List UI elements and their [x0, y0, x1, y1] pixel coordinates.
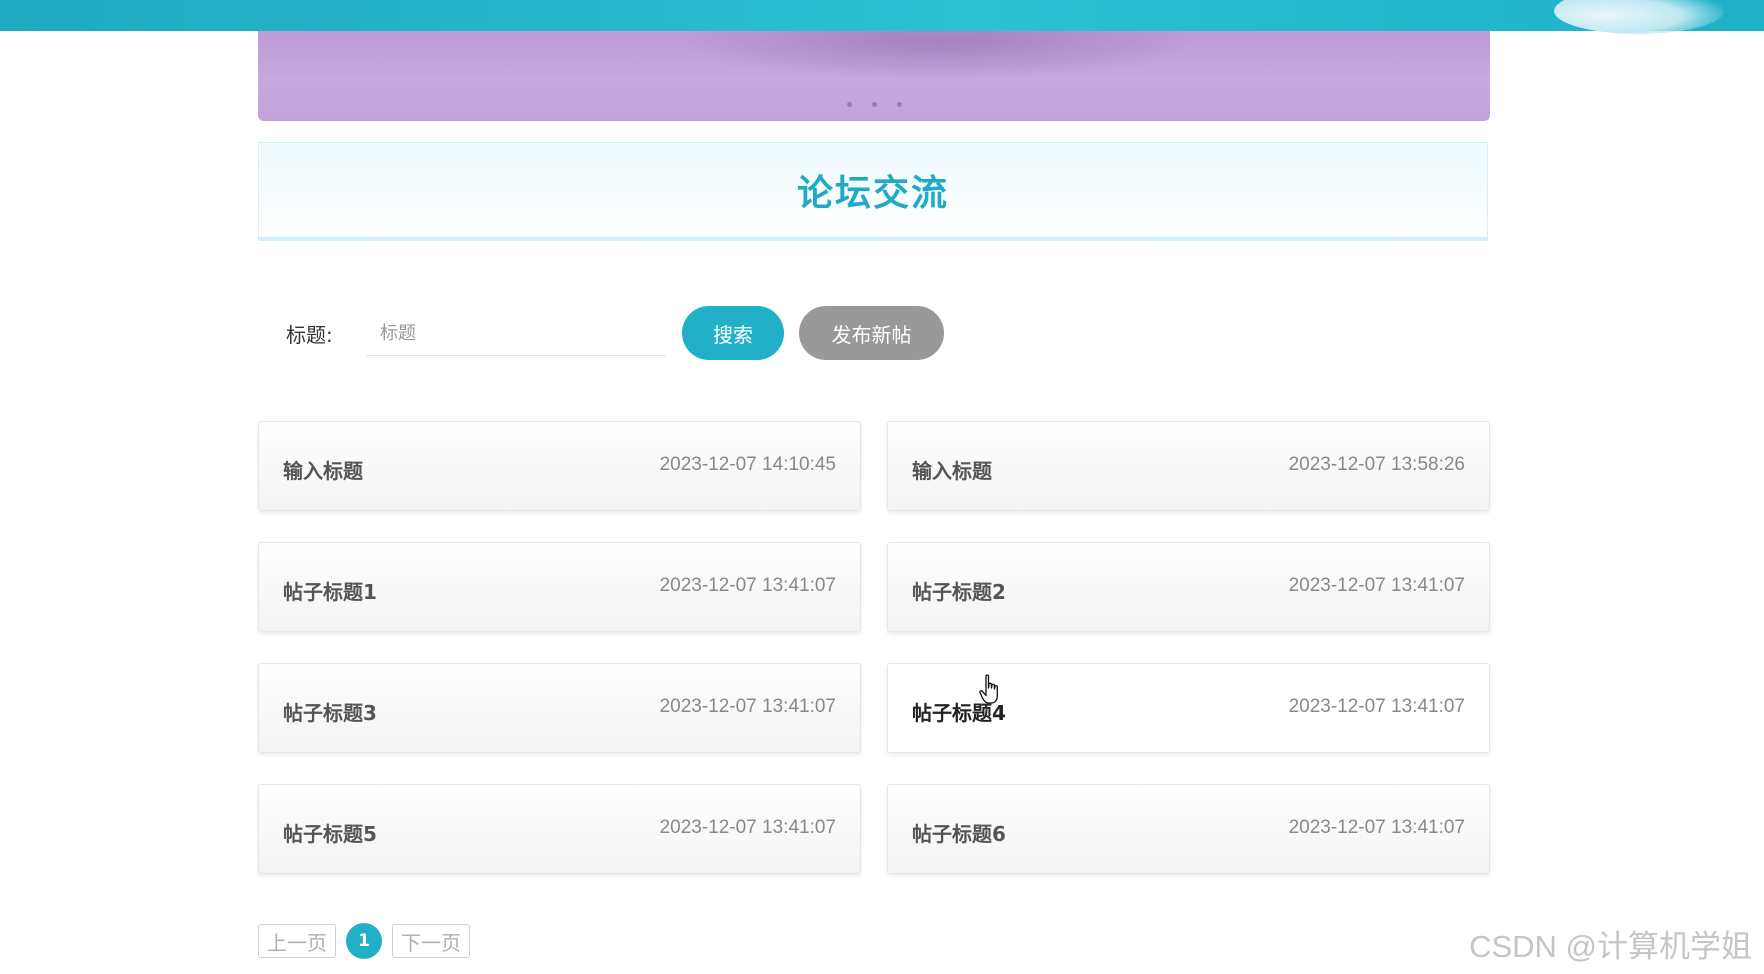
post-time: 2023-12-07 14:10:45 — [659, 454, 836, 475]
watermark: CSDN @计算机学姐 — [1469, 929, 1752, 964]
post-title: 帖子标题6 — [912, 822, 1006, 846]
new-post-button[interactable]: 发布新帖 — [799, 306, 944, 360]
post-title: 帖子标题2 — [912, 580, 1006, 604]
post-time: 2023-12-07 13:41:07 — [1288, 696, 1465, 717]
post-card[interactable]: 输入标题 2023-12-07 14:10:45 — [258, 421, 861, 511]
search-bar: 标题: 搜索 发布新帖 — [258, 305, 1490, 361]
post-time: 2023-12-07 13:41:07 — [659, 696, 836, 717]
post-list: 输入标题 2023-12-07 14:10:45 输入标题 2023-12-07… — [258, 421, 1490, 874]
search-input[interactable] — [366, 312, 666, 356]
post-time: 2023-12-07 13:41:07 — [659, 817, 836, 838]
carousel-dot[interactable] — [871, 102, 877, 107]
post-card[interactable]: 输入标题 2023-12-07 13:58:26 — [887, 421, 1490, 511]
post-card[interactable]: 帖子标题1 2023-12-07 13:41:07 — [258, 542, 861, 632]
carousel-banner[interactable] — [258, 31, 1490, 121]
post-title: 帖子标题3 — [283, 701, 377, 725]
post-title: 输入标题 — [912, 459, 992, 483]
post-title: 帖子标题4 — [912, 701, 1006, 725]
carousel-indicators — [258, 102, 1490, 107]
post-title: 输入标题 — [283, 459, 363, 483]
prev-page-button[interactable]: 上一页 — [258, 924, 336, 958]
post-card[interactable]: 帖子标题6 2023-12-07 13:41:07 — [887, 784, 1490, 874]
post-card[interactable]: 帖子标题4 2023-12-07 13:41:07 — [887, 663, 1490, 753]
post-card[interactable]: 帖子标题5 2023-12-07 13:41:07 — [258, 784, 861, 874]
section-title-box: 论坛交流 — [258, 142, 1488, 241]
post-title: 帖子标题1 — [283, 580, 377, 604]
search-label: 标题: — [286, 323, 333, 347]
next-page-button[interactable]: 下一页 — [392, 924, 470, 958]
top-header-bar — [0, 0, 1764, 34]
search-button[interactable]: 搜索 — [682, 306, 784, 360]
post-time: 2023-12-07 13:41:07 — [1288, 817, 1465, 838]
page-title: 论坛交流 — [796, 173, 949, 214]
post-card[interactable]: 帖子标题2 2023-12-07 13:41:07 — [887, 542, 1490, 632]
carousel-dot[interactable] — [846, 102, 852, 107]
post-time: 2023-12-07 13:41:07 — [659, 575, 836, 596]
post-time: 2023-12-07 13:58:26 — [1288, 454, 1465, 475]
post-time: 2023-12-07 13:41:07 — [1288, 575, 1465, 596]
post-title: 帖子标题5 — [283, 822, 377, 846]
pagination: 上一页 1 下一页 — [258, 923, 470, 959]
page-number-current[interactable]: 1 — [346, 923, 382, 959]
banner-image — [678, 31, 1198, 81]
post-card[interactable]: 帖子标题3 2023-12-07 13:41:07 — [258, 663, 861, 753]
carousel-dot[interactable] — [896, 102, 902, 107]
